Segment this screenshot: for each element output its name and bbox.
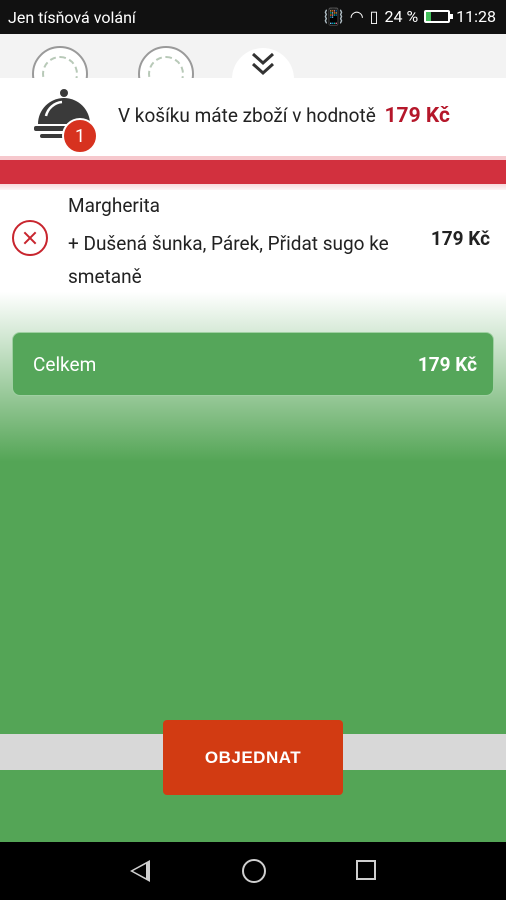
battery-icon: [424, 10, 454, 23]
item-extras: + Dušená šunka, Párek, Přidat sugo ke sm…: [68, 232, 389, 288]
back-icon[interactable]: [130, 860, 150, 882]
battery-percent: 24 %: [384, 7, 419, 26]
cart-item: Margherita + Dušená šunka, Párek, Přidat…: [0, 190, 506, 292]
carrier-label: Jen tísňová volání: [8, 8, 136, 27]
system-nav-bar: [0, 842, 506, 900]
cart-summary-text: V košíku máte zboží v hodnotě 179 Kč: [118, 104, 450, 128]
status-bar: Jen tísňová volání 📳 ◠ ▯ 24 % 11:28: [0, 0, 506, 34]
recent-apps-icon[interactable]: [356, 860, 376, 880]
sim-icon: ▯: [369, 7, 379, 26]
cart-message: V košíku máte zboží v hodnotě: [118, 104, 376, 127]
double-chevron-down-icon: [251, 52, 275, 76]
home-icon[interactable]: [242, 859, 266, 883]
cart-header: 1 V košíku máte zboží v hodnotě 179 Kč: [0, 78, 506, 158]
total-row: Celkem 179 Kč: [12, 332, 494, 396]
total-value: 179 Kč: [417, 353, 477, 376]
status-icons: 📳 ◠ ▯ 24 % 11:28: [324, 7, 496, 26]
cart-total-price: 179 Kč: [384, 104, 450, 128]
wifi-icon: ◠: [349, 7, 364, 26]
total-label: Celkem: [33, 353, 97, 376]
remove-item-icon[interactable]: [12, 220, 48, 256]
cart-count-badge: 1: [62, 118, 98, 154]
item-price: 179 Kč: [430, 227, 490, 250]
accent-bar: [0, 160, 506, 184]
item-name: Margherita: [68, 194, 161, 217]
vibrate-icon: 📳: [323, 7, 344, 26]
clock: 11:28: [456, 7, 496, 26]
order-button[interactable]: OBJEDNAT: [163, 720, 343, 795]
